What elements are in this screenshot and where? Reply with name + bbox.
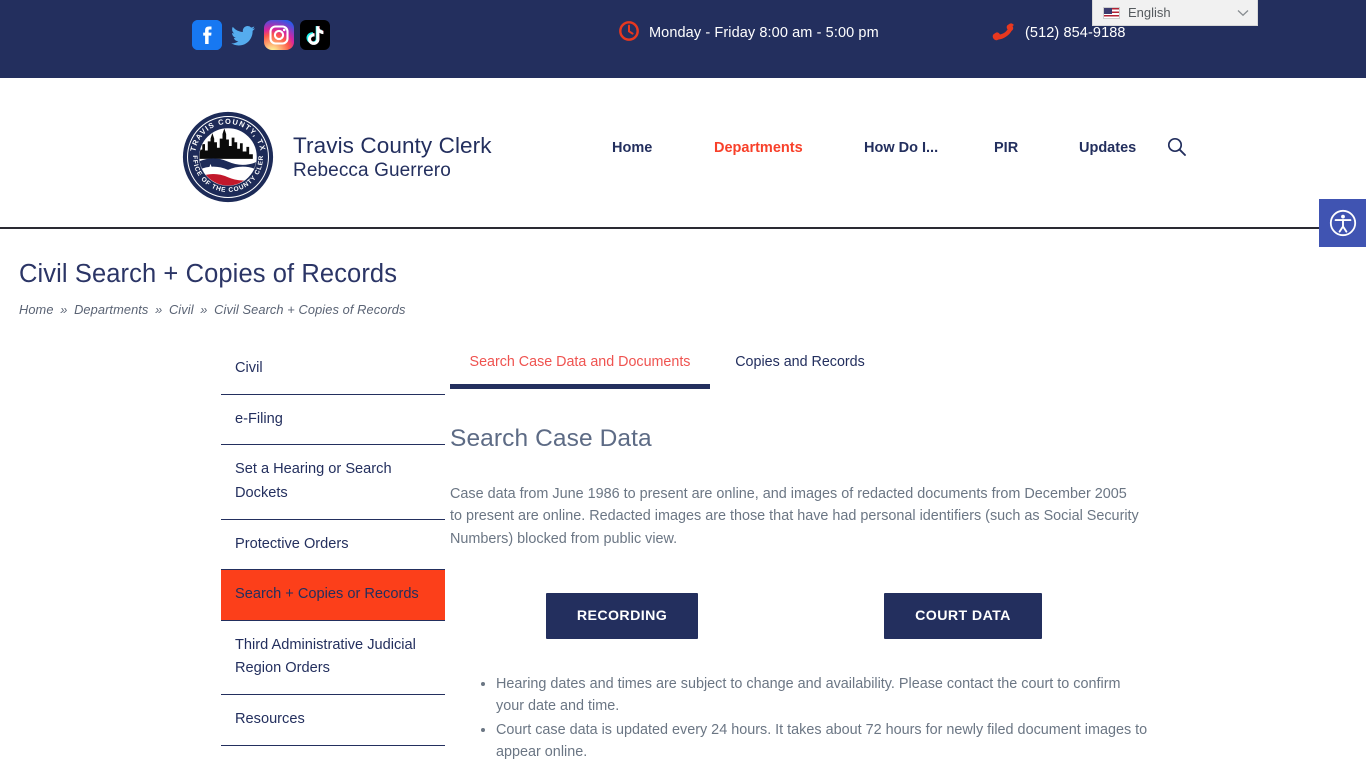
tab-copies-and-records[interactable]: Copies and Records (710, 348, 890, 384)
office-hours: Monday - Friday 8:00 am - 5:00 pm (618, 20, 879, 46)
breadcrumb-item-home[interactable]: Home (19, 302, 54, 317)
list-item: Court case data is updated every 24 hour… (496, 719, 1150, 764)
nav-item-departments[interactable]: Departments (714, 140, 803, 156)
breadcrumb-item-current: Civil Search + Copies of Records (214, 302, 406, 317)
social-links (192, 20, 330, 50)
chevron-down-icon (1237, 7, 1249, 19)
tiktok-icon[interactable] (300, 20, 330, 50)
breadcrumb-item-civil[interactable]: Civil (169, 302, 194, 317)
sidebar-item-protective-orders[interactable]: Protective Orders (221, 520, 445, 571)
county-seal-icon: TRAVIS COUNTY, TX OFFICE OF THE COUNTY C… (179, 106, 274, 203)
phone-number: (512) 854-9188 (1025, 25, 1126, 41)
sidebar-item-resources[interactable]: Resources (221, 695, 445, 746)
phone-icon (992, 20, 1016, 46)
office-hours-text: Monday - Friday 8:00 am - 5:00 pm (649, 25, 879, 41)
nav-item-home[interactable]: Home (612, 140, 652, 156)
instagram-icon[interactable] (264, 20, 294, 50)
language-selector[interactable]: English (1092, 0, 1258, 26)
brand-text: Travis County Clerk Rebecca Guerrero (293, 132, 492, 183)
site-logo[interactable]: TRAVIS COUNTY, TX OFFICE OF THE COUNTY C… (179, 106, 492, 203)
nav-item-updates[interactable]: Updates (1079, 140, 1136, 156)
breadcrumb-separator: » (200, 302, 208, 317)
recording-button[interactable]: RECORDING (546, 593, 698, 639)
content-paragraph: Case data from June 1986 to present are … (450, 486, 1139, 547)
sidebar-item-e-filing[interactable]: e-Filing (221, 395, 445, 446)
page-header-block: Civil Search + Copies of Records Home » … (19, 260, 406, 317)
list-item: Hearing dates and times are subject to c… (496, 673, 1150, 718)
nav-item-how-do-i[interactable]: How Do I... (864, 140, 938, 156)
section-sidebar-menu: Civil e-Filing Set a Hearing or Search D… (221, 344, 445, 746)
top-utility-bar: Monday - Friday 8:00 am - 5:00 pm (512) … (0, 0, 1366, 78)
us-flag-icon (1103, 6, 1120, 19)
tab-search-case-data[interactable]: Search Case Data and Documents (450, 348, 710, 389)
notes-list: Hearing dates and times are subject to c… (474, 673, 1150, 764)
sidebar-item-set-a-hearing[interactable]: Set a Hearing or Search Dockets (221, 445, 445, 520)
breadcrumb-separator: » (155, 302, 163, 317)
language-label: English (1128, 5, 1171, 20)
site-header: TRAVIS COUNTY, TX OFFICE OF THE COUNTY C… (0, 78, 1366, 229)
breadcrumb: Home » Departments » Civil » Civil Searc… (19, 302, 406, 317)
content-heading: Search Case Data (450, 425, 652, 452)
facebook-icon[interactable] (192, 20, 222, 50)
court-data-button[interactable]: COURT DATA (884, 593, 1042, 639)
twitter-icon[interactable] (228, 20, 258, 50)
brand-title: Travis County Clerk (293, 132, 492, 158)
breadcrumb-item-departments[interactable]: Departments (74, 302, 148, 317)
page-title: Civil Search + Copies of Records (19, 260, 398, 288)
sidebar-item-search-copies-records[interactable]: Search + Copies or Records (221, 570, 445, 621)
brand-subtitle: Rebecca Guerrero (293, 160, 451, 182)
nav-item-pir[interactable]: PIR (994, 140, 1018, 156)
accessibility-icon (1329, 209, 1356, 237)
clock-icon (618, 20, 640, 46)
tab-panel-search-case-data: Search Case Data Case data from June 198… (450, 425, 1150, 760)
search-icon[interactable] (1166, 136, 1187, 157)
sidebar-item-civil[interactable]: Civil (221, 344, 445, 395)
breadcrumb-separator: » (60, 302, 68, 317)
content-tabs: Search Case Data and Documents Copies an… (450, 348, 890, 389)
sidebar-item-third-admin-judicial[interactable]: Third Administrative Judicial Region Ord… (221, 621, 445, 696)
accessibility-tools-button[interactable] (1319, 199, 1366, 247)
